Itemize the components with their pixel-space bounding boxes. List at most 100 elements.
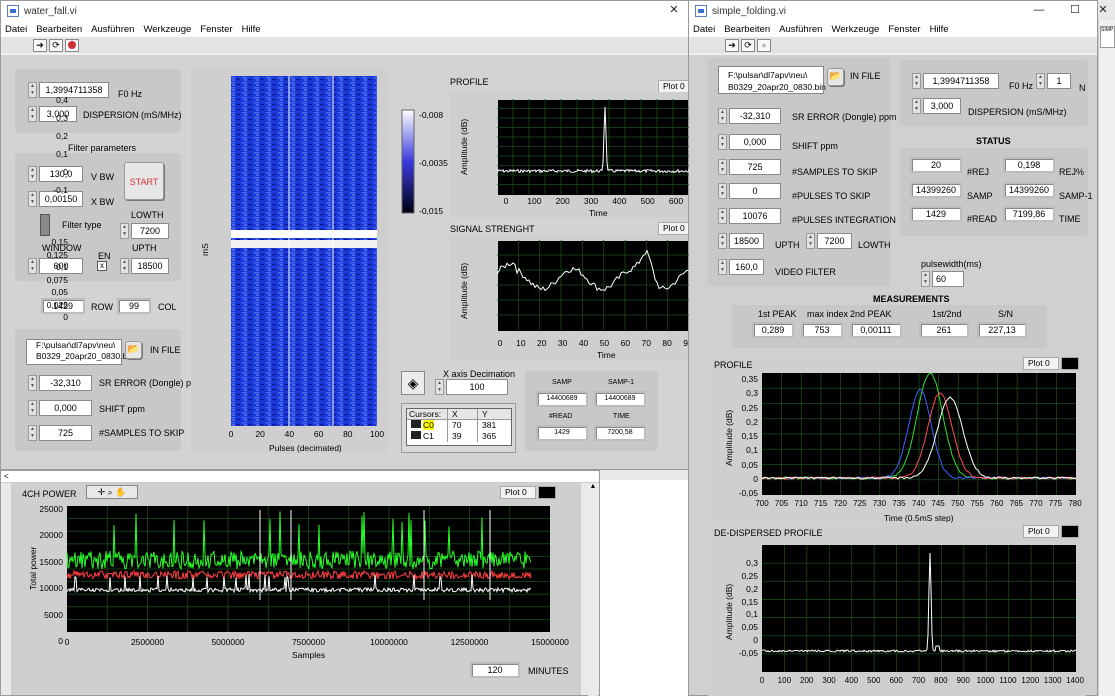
left-window-close-button[interactable]: ✕ <box>660 0 688 20</box>
menu-hilfe[interactable]: Hilfe <box>238 24 266 35</box>
run-arrow-icon[interactable]: ➔ <box>33 38 47 52</box>
pulses-int-control[interactable]: ▲ ▼ 10076 <box>718 208 781 224</box>
en-checkbox[interactable]: x <box>97 261 107 271</box>
menu-fenster[interactable]: Fenster <box>884 24 925 35</box>
dedisp-legend[interactable]: Plot 0 <box>1023 525 1059 538</box>
spin-icon[interactable]: ▲ ▼ <box>28 82 37 98</box>
start-button[interactable]: START <box>124 162 164 200</box>
lowth-control[interactable]: ▲ ▼ 7200 <box>120 223 169 239</box>
close-button[interactable]: ✕ <box>1091 0 1115 20</box>
right-profile-plot[interactable] <box>762 373 1076 495</box>
upth-control[interactable]: ▲ ▼ 18500 <box>120 258 169 274</box>
samples-skip-control[interactable]: ▲ ▼ 725 <box>718 159 781 175</box>
pulsewidth-control[interactable]: ▲ ▼ 60 <box>921 271 964 287</box>
power-scroll-left[interactable]: < <box>1 471 599 483</box>
lowth-value[interactable]: 7200 <box>817 233 852 249</box>
power-scrollbar-v[interactable]: ▲ <box>588 483 598 696</box>
signal-plot-legend[interactable]: Plot 0 <box>658 222 689 235</box>
pulses-skip-value[interactable]: 0 <box>729 183 781 199</box>
f0-value[interactable]: 1,3994711358 <box>39 82 109 98</box>
samples-skip-control[interactable]: ▲ ▼ 725 <box>28 425 92 441</box>
f0-control[interactable]: ▲ ▼ 1,3994711358 <box>28 82 109 98</box>
lowth-control[interactable]: ▲ ▼ 7200 <box>806 233 852 249</box>
infile-path-right[interactable]: F:\pulsar\dl7apv\neu\ B0329_20apr20_0830… <box>718 66 826 94</box>
video-filter-value[interactable]: 160,0 <box>729 259 764 275</box>
infile-path[interactable]: F:\pulsar\dl7apv\neu\ B0329_20apr20_0830… <box>26 339 129 365</box>
upth-control[interactable]: ▲ ▼ 18500 <box>718 233 764 249</box>
f0-value[interactable]: 1,3994711358 <box>923 73 999 89</box>
power-plot-icon[interactable] <box>538 486 556 499</box>
menu-datei[interactable]: Datei <box>1 24 32 35</box>
right-scrollbar[interactable] <box>1098 20 1115 696</box>
spin-icon[interactable]: ▲ ▼ <box>921 271 930 287</box>
minimize-button[interactable]: — <box>1023 0 1055 20</box>
spin-icon[interactable]: ▲ ▼ <box>28 166 37 182</box>
spin-icon[interactable]: ▲ ▼ <box>28 375 37 391</box>
xdecimation-control[interactable]: ▲ ▼ 100 <box>435 379 508 395</box>
samples-skip-value[interactable]: 725 <box>729 159 781 175</box>
shift-control[interactable]: ▲ ▼ 0,000 <box>28 400 92 416</box>
dispersion-control[interactable]: ▲ ▼ 3,000 <box>28 106 77 122</box>
signal-plot[interactable] <box>498 241 689 331</box>
spin-icon[interactable]: ▲ ▼ <box>718 134 727 150</box>
video-filter-control[interactable]: ▲ ▼ 160,0 <box>718 259 764 275</box>
folder-browse-icon[interactable]: 📂 <box>125 341 142 359</box>
spin-icon[interactable]: ▲ ▼ <box>28 191 37 207</box>
menu-bearbeiten[interactable]: Bearbeiten <box>720 24 775 35</box>
spin-icon[interactable]: ▲ ▼ <box>718 259 727 275</box>
samples-skip-value[interactable]: 725 <box>39 425 92 441</box>
menu-datei[interactable]: Datei <box>689 24 720 35</box>
cursors-table[interactable]: Cursors: X Y C0 70 381 C1 39 365 <box>406 408 512 446</box>
power-plot[interactable] <box>67 506 550 632</box>
shift-control[interactable]: ▲ ▼ 0,000 <box>718 134 781 150</box>
sr-error-control[interactable]: ▲ ▼ -32,310 <box>718 108 781 124</box>
spin-icon[interactable]: ▲ ▼ <box>120 223 129 239</box>
maximize-button[interactable]: ☐ <box>1059 0 1091 20</box>
cursor-row[interactable]: C0 70 381 <box>407 420 511 431</box>
cursor-row[interactable]: C1 39 365 <box>407 431 511 442</box>
pulses-int-value[interactable]: 10076 <box>729 208 781 224</box>
spin-icon[interactable]: ▲ ▼ <box>1036 73 1045 89</box>
upth-value[interactable]: 18500 <box>131 258 169 274</box>
menu-fenster[interactable]: Fenster <box>196 24 237 35</box>
graph-palette-icon[interactable]: ◈ <box>401 371 425 395</box>
menu-bearbeiten[interactable]: Bearbeiten <box>32 24 87 35</box>
pulsewidth-value[interactable]: 60 <box>932 271 964 287</box>
spin-icon[interactable]: ▲ ▼ <box>28 258 37 274</box>
dispersion-control[interactable]: ▲ ▼ 3,000 <box>912 98 961 114</box>
spin-icon[interactable]: ▲ ▼ <box>718 183 727 199</box>
sr-error-value[interactable]: -32,310 <box>729 108 781 124</box>
menu-ausfuehren[interactable]: Ausführen <box>775 24 827 35</box>
right-profile-legend[interactable]: Plot 0 <box>1023 357 1059 370</box>
spin-icon[interactable]: ▲ ▼ <box>718 159 727 175</box>
vbw-value[interactable]: 130,0 <box>39 166 83 182</box>
dispersion-value[interactable]: 3,000 <box>923 98 961 114</box>
menu-hilfe[interactable]: Hilfe <box>926 24 954 35</box>
menu-ausfuehren[interactable]: Ausführen <box>87 24 139 35</box>
dedisp-plot-icon[interactable] <box>1061 525 1079 538</box>
shift-value[interactable]: 0,000 <box>729 134 781 150</box>
profile-plot[interactable] <box>498 100 689 195</box>
spin-icon[interactable]: ▲ ▼ <box>718 208 727 224</box>
vbw-control[interactable]: ▲ ▼ 130,0 <box>28 166 83 182</box>
run-arrow-icon[interactable]: ➔ <box>725 38 739 52</box>
lowth-value[interactable]: 7200 <box>131 223 169 239</box>
dedisp-plot[interactable] <box>762 545 1076 672</box>
n-control[interactable]: ▲ ▼ 1 <box>1036 73 1071 89</box>
right-profile-plot-icon[interactable] <box>1061 357 1079 370</box>
spin-icon[interactable]: ▲ ▼ <box>120 258 129 274</box>
spin-icon[interactable]: ▲ ▼ <box>806 233 815 249</box>
spin-icon[interactable]: ▲ ▼ <box>28 106 37 122</box>
f0-control[interactable]: ▲ ▼ 1,3994711358 <box>912 73 999 89</box>
abort-icon[interactable] <box>65 38 79 52</box>
spin-icon[interactable]: ▲ ▼ <box>28 425 37 441</box>
sr-error-control[interactable]: ▲ ▼ -32,310 <box>28 375 92 391</box>
menu-werkzeuge[interactable]: Werkzeuge <box>139 24 196 35</box>
n-value[interactable]: 1 <box>1047 73 1071 89</box>
xdecimation-value[interactable]: 100 <box>446 379 508 395</box>
sr-error-value[interactable]: -32,310 <box>39 375 92 391</box>
upth-value[interactable]: 18500 <box>729 233 764 249</box>
shift-value[interactable]: 0,000 <box>39 400 92 416</box>
abort-icon[interactable]: ● <box>757 38 771 52</box>
filter-type-toggle[interactable] <box>40 214 50 236</box>
